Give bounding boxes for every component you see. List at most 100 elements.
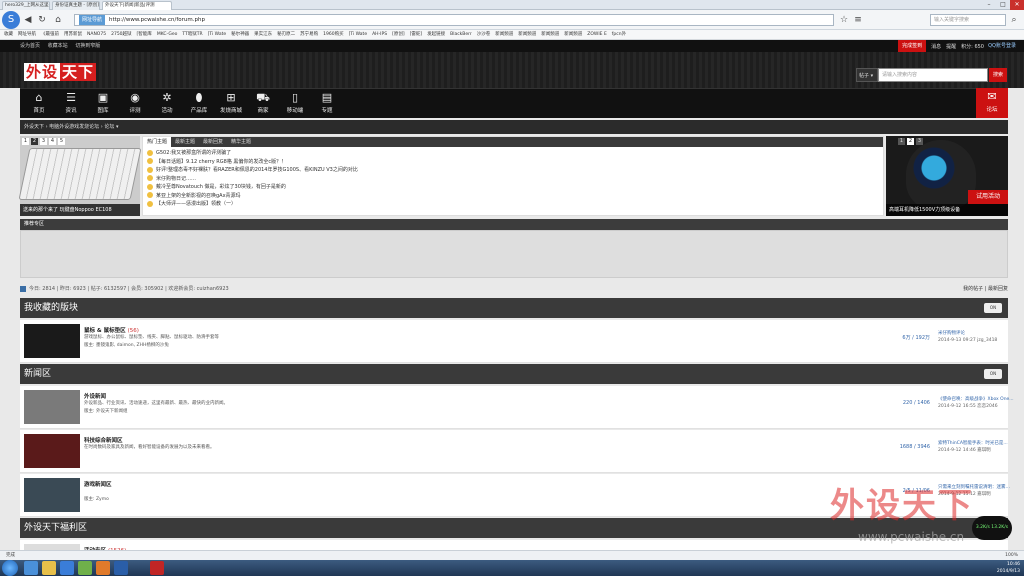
thread-tab[interactable]: 最新回复 [199,137,227,147]
browser-tab[interactable]: hero329_上网从这里开始 [2,1,50,10]
favorite-link[interactable]: 新闻频道 [495,30,513,39]
site-search-input[interactable]: 请输入搜索内容 [878,68,988,82]
favorite-link[interactable]: [雷蛇] [410,30,423,39]
nav-item-8[interactable]: ▯ 移动端 [280,89,310,119]
my-posts-link[interactable]: 我的帖子 | 最新回复 [963,284,1008,295]
favorite-link[interactable]: 发起链接 [427,30,445,39]
notices-link[interactable]: 提醒 [946,43,956,50]
slider-page-button[interactable]: 1 [22,138,29,145]
thread-tab[interactable]: 精华主题 [227,137,255,147]
thread-item[interactable]: 【每日话题】9.12 cherry RG8格 黑偏你的发改全c版？！ [147,158,879,167]
favorite-link[interactable]: 沙沙卷 [477,30,491,39]
forum-button[interactable]: ✉ 论坛 [976,88,1008,118]
narrow-layout-link[interactable]: 切换到窄版 [75,43,100,49]
favorite-link[interactable]: [Ti Wate [349,30,368,39]
last-post-title[interactable]: 《使命召唤：高级战争》Xbox One... [938,396,1023,403]
firefox-icon[interactable] [96,561,110,575]
network-speed-widget[interactable]: 3.2K/s 13.2K/s [972,516,1012,540]
ad-page-button[interactable]: 1 [898,138,905,145]
favorite-link[interactable]: 秘刃原二 [277,30,295,39]
forum-thumbnail[interactable] [24,390,80,424]
browser-tab-active[interactable]: 外设天下|新闻|新品|评测 [102,1,172,10]
close-button[interactable]: ✕ [1010,0,1024,10]
section-toggle[interactable]: ON [984,303,1002,313]
checkin-button[interactable]: 完成签到 [898,40,927,52]
slider-page-button[interactable]: 2 [31,138,38,145]
nav-item-4[interactable]: ✲ 活动 [152,89,182,119]
slider-page-button[interactable]: 3 [40,138,47,145]
favorite-link[interactable]: 新闻频道 [564,30,582,39]
section-header[interactable]: 新闻区 ON [20,364,1008,384]
forum-row[interactable]: 外设新闻 外设新品、行业资讯、活动速递，这里有最新、最热、最快的业内新闻。 版主: … [20,386,1014,429]
forum-thumbnail[interactable] [24,478,80,512]
folder-icon[interactable] [42,561,56,575]
forum-row[interactable]: 鼠标 & 鼠标垫区 (56) 游戏鼠标、办公鼠标、鼠标垫、线夹、脚贴、鼠标驱动、防滑… [20,320,1008,363]
last-post-title[interactable]: 索特ThinCA智能手表：时光已是... [938,440,1023,447]
thread-item[interactable]: 戴冷至尊Novatouch 做是，彩炫了30块钱，有回子是新的 [147,183,879,192]
messages-link[interactable]: 消息 [931,43,941,50]
system-clock[interactable]: 10:46 2014/9/13 [997,561,1020,575]
thread-item[interactable]: 【大师评——惩漫出版】领教（一） [147,200,879,209]
favorite-link[interactable]: 新闻频道 [541,30,559,39]
forum-thumbnail[interactable] [24,324,80,358]
ad-caption[interactable]: 高端耳机降低1500V力顶级设备 [886,204,1008,216]
nav-item-6[interactable]: ⊞ 发烧商城 [216,89,246,119]
section-toggle[interactable]: ON [984,369,1002,379]
nav-item-0[interactable]: ⌂ 首页 [24,89,54,119]
forum-title[interactable]: 外设新闻 [84,392,108,400]
refresh-icon[interactable]: ↻ [36,14,48,26]
thread-tab[interactable]: 最新主题 [171,137,199,147]
breadcrumb[interactable]: 外设天下 › 电脑外设游戏发烧论坛 › 论坛 ▾ [20,120,1008,134]
browser-logo-icon[interactable]: S [2,11,20,29]
slider-page-button[interactable]: 4 [49,138,56,145]
slider-caption[interactable]: 送来的那个来了 玩键盘Noppoo EC108 [20,204,140,216]
thread-item[interactable]: G502:我又被那盒所谓的评测骗了 [147,149,879,158]
favorite-link[interactable]: 2750越狱 [111,30,131,39]
browser360-icon[interactable] [60,561,74,575]
search-icon[interactable]: ⌕ [1008,14,1020,26]
ad-page-button[interactable]: 2 [907,138,914,145]
aida64-icon[interactable] [150,561,164,575]
zoom-level[interactable]: 100% [1005,551,1018,560]
favorite-link[interactable]: NANO75 [87,30,106,39]
thread-item[interactable]: 某亚上架的全新影视的召唤gAx青源玛 [147,192,879,201]
app-icon[interactable] [114,561,128,575]
web-search-input[interactable]: 输入关键字搜索 [930,14,1006,26]
forum-title[interactable]: 鼠标 & 鼠标垫区 (56) [84,326,139,334]
section-header[interactable]: 我收藏的版块 ON [20,298,1008,318]
ie-icon[interactable] [24,561,38,575]
ad-page-button[interactable]: 3 [916,138,923,145]
favorite-link[interactable]: ZOWIE E [587,30,607,39]
favorite-link[interactable]: BlackBerr [450,30,472,39]
forum-title[interactable]: 科技综合新闻区 [84,436,125,444]
favorite-link[interactable]: 《最强前 [41,30,59,39]
forum-last-post[interactable]: 《使命召唤：高级战争》Xbox One... 2014-9-12 16:55 恋恋… [938,396,1023,410]
nav-item-2[interactable]: ▣ 图库 [88,89,118,119]
favorite-link[interactable]: fpcn外 [612,30,626,39]
favorite-link[interactable]: MKC-Geo [157,30,178,39]
nav-item-7[interactable]: ⛟ 商家 [248,89,278,119]
set-homepage-link[interactable]: 设为首页 [20,43,40,49]
nav-item-1[interactable]: ☰ 资讯 [56,89,86,119]
forum-title[interactable]: 游戏新闻区 [84,480,114,488]
favorite-link[interactable]: [Ti Wate [208,30,227,39]
credits-link[interactable]: 积分: 650 [961,43,984,50]
trial-activity-button[interactable]: 试用活动 [968,190,1008,204]
forum-thumbnail[interactable] [24,434,80,468]
star-icon[interactable]: ☆ [838,14,850,26]
search-type-select[interactable]: 帖子 ▾ [856,68,878,82]
forum-last-post[interactable]: 索特ThinCA智能手表：时光已是... 2014-9-12 14:46 嘉琪明 [938,440,1023,454]
home-nav-icon[interactable]: ⌂ [52,14,64,26]
minimize-button[interactable]: – [982,0,996,10]
favorite-link[interactable]: 新闻频道 [518,30,536,39]
favorite-link[interactable]: 网址导航 [18,30,36,39]
nav-item-9[interactable]: ▤ 专题 [312,89,342,119]
app-icon[interactable] [78,561,92,575]
favorite-link[interactable]: TT暗狱TR [182,30,202,39]
favorite-link[interactable]: [原创] [392,30,405,39]
forum-row[interactable]: 科技综合新闻区 在时尚数码及家具及新闻，看好智能设备的发展为以及未来看看。 1688… [20,430,1008,473]
nav-item-5[interactable]: ⬮ 产品库 [184,89,214,119]
forum-last-post[interactable]: 米仔购物评论 2014-9-13 09:27 jzg_3418 [938,330,1023,344]
site-search-button[interactable]: 搜索 [989,68,1007,82]
qq-login-link[interactable]: QQ账号登录 [988,41,1016,51]
